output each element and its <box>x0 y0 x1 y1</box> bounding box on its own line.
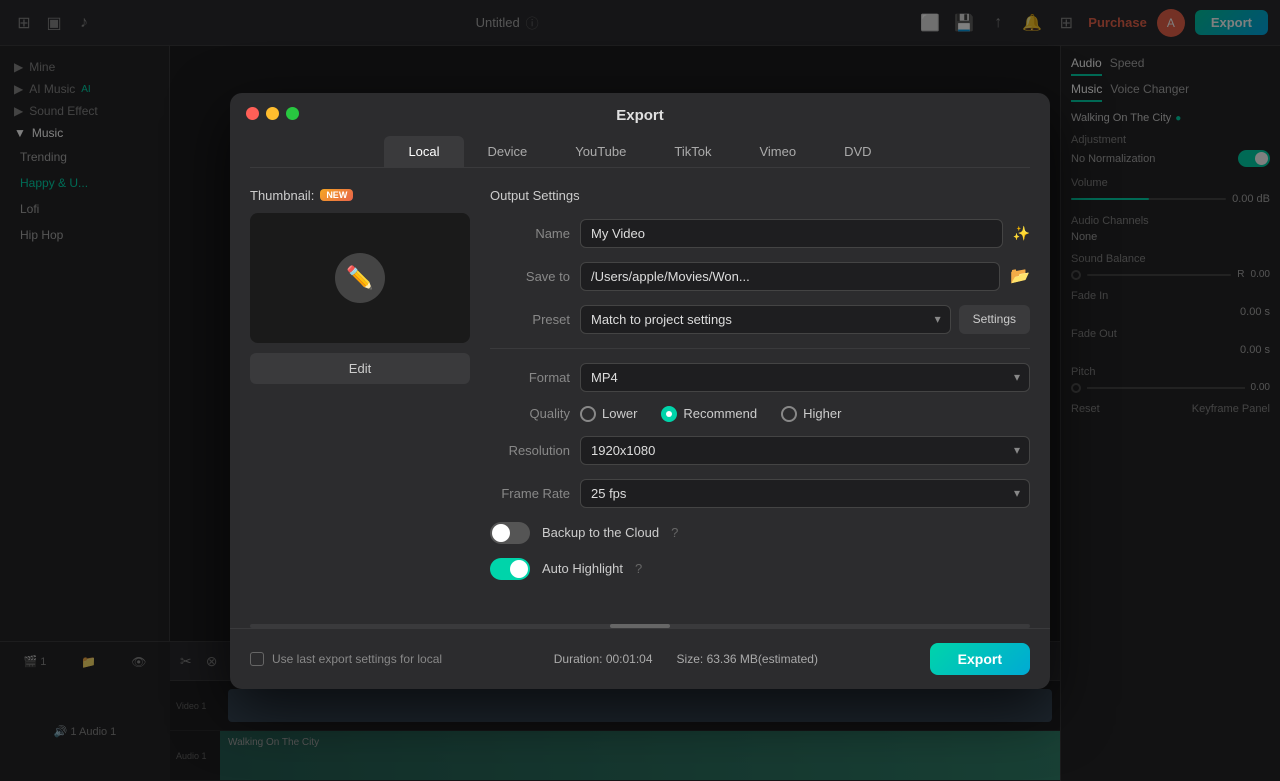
duration-info: Duration: 00:01:04 <box>554 652 653 666</box>
maximize-button[interactable] <box>286 107 299 120</box>
tab-vimeo[interactable]: Vimeo <box>735 136 820 167</box>
format-select-wrapper: MP4 <box>580 363 1030 392</box>
quality-lower-label: Lower <box>602 406 637 421</box>
resolution-label: Resolution <box>490 443 570 458</box>
window-controls <box>246 107 299 120</box>
name-input[interactable] <box>580 219 1003 248</box>
modal-body: Thumbnail: NEW ✏️ Edit Output Settings N… <box>230 168 1050 614</box>
auto-highlight-help-icon[interactable]: ? <box>635 561 642 576</box>
ai-name-button[interactable]: ✨ <box>1013 225 1030 242</box>
divider <box>490 348 1030 349</box>
preset-select[interactable]: Match to project settings <box>580 305 951 334</box>
frame-rate-row: Frame Rate 25 fps <box>490 479 1030 508</box>
settings-button[interactable]: Settings <box>959 305 1030 334</box>
export-modal: Export Local Device YouTube TikTok Vimeo… <box>230 93 1050 689</box>
preset-select-wrapper: Match to project settings <box>580 305 951 334</box>
quality-row: Quality Lower Recommend Higher <box>490 406 1030 422</box>
format-row: Format MP4 <box>490 363 1030 392</box>
output-settings: Output Settings Name ✨ Save to 📂 Preset <box>490 188 1030 594</box>
save-to-input[interactable] <box>580 262 1000 291</box>
folder-button[interactable]: 📂 <box>1010 266 1030 286</box>
resolution-select[interactable]: 1920x1080 <box>580 436 1030 465</box>
modal-footer: Use last export settings for local Durat… <box>230 628 1050 689</box>
tab-youtube[interactable]: YouTube <box>551 136 650 167</box>
new-badge: NEW <box>320 189 353 201</box>
modal-title: Export <box>230 93 1050 124</box>
preset-row: Preset Match to project settings Setting… <box>490 305 1030 334</box>
preset-wrapper: Match to project settings Settings <box>580 305 1030 334</box>
minimize-button[interactable] <box>266 107 279 120</box>
thumbnail-section: Thumbnail: NEW ✏️ Edit <box>250 188 470 594</box>
auto-highlight-row: Auto Highlight ? <box>490 558 1030 580</box>
quality-lower[interactable]: Lower <box>580 406 637 422</box>
format-label: Format <box>490 370 570 385</box>
backup-toggle[interactable] <box>490 522 530 544</box>
last-settings-checkbox[interactable] <box>250 652 264 666</box>
modal-overlay: Export Local Device YouTube TikTok Vimeo… <box>0 0 1280 781</box>
save-to-label: Save to <box>490 269 570 284</box>
radio-lower <box>580 406 596 422</box>
edit-thumbnail-button[interactable]: Edit <box>250 353 470 384</box>
export-final-button[interactable]: Export <box>930 643 1030 675</box>
quality-higher[interactable]: Higher <box>781 406 841 422</box>
quality-recommend-label: Recommend <box>683 406 757 421</box>
tab-dvd[interactable]: DVD <box>820 136 895 167</box>
size-info: Size: 63.36 MB(estimated) <box>677 652 818 666</box>
last-settings-label: Use last export settings for local <box>272 652 442 666</box>
save-to-row: Save to 📂 <box>490 262 1030 291</box>
thumbnail-icon: ✏️ <box>335 253 385 303</box>
quality-recommend[interactable]: Recommend <box>661 406 757 422</box>
thumbnail-preview: ✏️ <box>250 213 470 343</box>
resolution-select-wrapper: 1920x1080 <box>580 436 1030 465</box>
resolution-row: Resolution 1920x1080 <box>490 436 1030 465</box>
backup-label: Backup to the Cloud <box>542 525 659 540</box>
auto-highlight-toggle[interactable] <box>490 558 530 580</box>
tab-local[interactable]: Local <box>384 136 463 167</box>
tab-device[interactable]: Device <box>464 136 552 167</box>
radio-higher <box>781 406 797 422</box>
footer-info: Duration: 00:01:04 Size: 63.36 MB(estima… <box>452 652 920 666</box>
name-label: Name <box>490 226 570 241</box>
export-tabs: Local Device YouTube TikTok Vimeo DVD <box>250 136 1030 168</box>
backup-help-icon[interactable]: ? <box>671 525 678 540</box>
quality-label: Quality <box>490 406 570 421</box>
last-settings-checkbox-wrap: Use last export settings for local <box>250 652 442 666</box>
format-select[interactable]: MP4 <box>580 363 1030 392</box>
close-button[interactable] <box>246 107 259 120</box>
output-title: Output Settings <box>490 188 1030 203</box>
backup-row: Backup to the Cloud ? <box>490 522 1030 544</box>
quality-options: Lower Recommend Higher <box>580 406 1030 422</box>
quality-higher-label: Higher <box>803 406 841 421</box>
frame-rate-select-wrapper: 25 fps <box>580 479 1030 508</box>
name-row: Name ✨ <box>490 219 1030 248</box>
preset-label: Preset <box>490 312 570 327</box>
auto-highlight-label: Auto Highlight <box>542 561 623 576</box>
frame-rate-select[interactable]: 25 fps <box>580 479 1030 508</box>
thumbnail-label: Thumbnail: NEW <box>250 188 470 203</box>
radio-recommend <box>661 406 677 422</box>
frame-rate-label: Frame Rate <box>490 486 570 501</box>
tab-tiktok[interactable]: TikTok <box>650 136 735 167</box>
